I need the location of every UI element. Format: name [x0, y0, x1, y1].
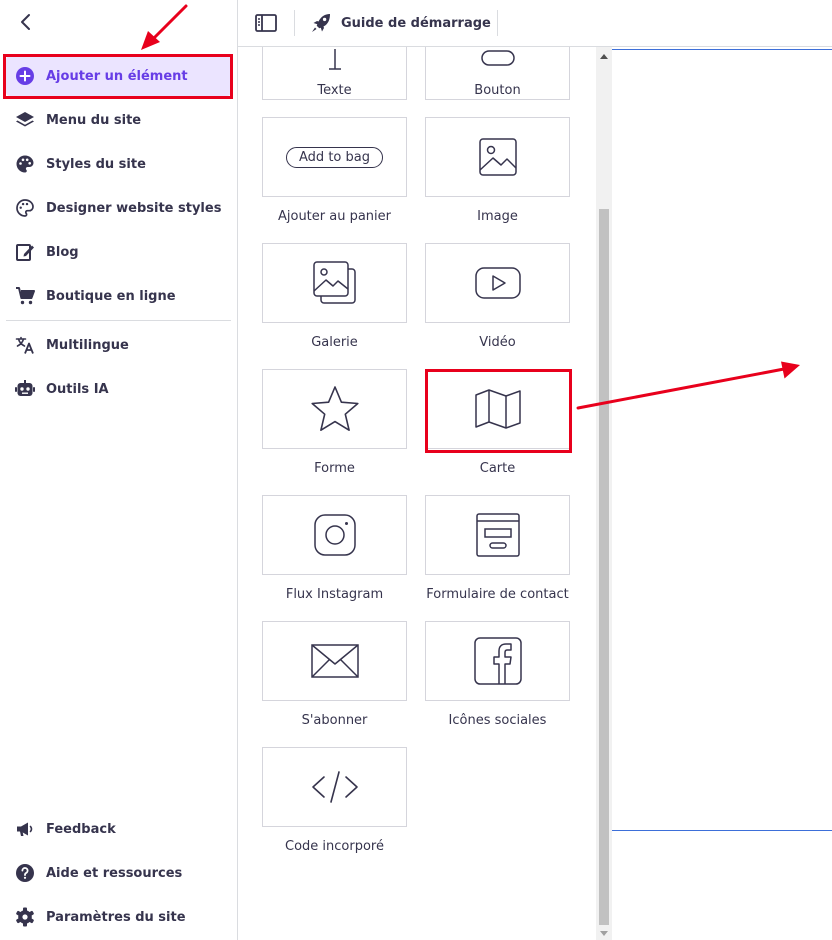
element-tile-shape[interactable] [262, 369, 407, 449]
element-label: Vidéo [479, 335, 516, 350]
map-icon [474, 389, 521, 429]
sidebar-item-feedback[interactable]: Feedback [6, 809, 231, 849]
sidebar-item-add-element[interactable]: Ajouter un élément [6, 56, 231, 96]
sidebar-item-label: Aide et ressources [46, 865, 183, 881]
element-tile-instagram[interactable] [262, 495, 407, 575]
sidebar-item-label: Menu du site [46, 112, 142, 128]
panel-scrollbar[interactable] [596, 47, 612, 940]
page-canvas[interactable] [612, 47, 832, 940]
cart-icon [14, 285, 36, 307]
sidebar-item-label: Ajouter un élément [46, 68, 188, 84]
translate-icon [14, 334, 36, 356]
scroll-down-arrow-icon[interactable] [600, 931, 608, 936]
image-icon [478, 138, 517, 176]
sidebar-item-label: Designer website styles [46, 200, 222, 216]
help-icon [14, 862, 36, 884]
video-icon [474, 267, 521, 299]
element-tile-social-icons[interactable] [425, 621, 570, 701]
section-guide-line [612, 49, 832, 50]
sidebar-item-multilingual[interactable]: Multilingue [6, 325, 231, 365]
element-label: Flux Instagram [285, 587, 384, 602]
sidebar-item-site-settings[interactable]: Paramètres du site [6, 897, 231, 937]
palette-icon [14, 153, 36, 175]
sidebar-item-site-styles[interactable]: Styles du site [6, 144, 231, 184]
text-icon [328, 49, 341, 70]
sidebar-item-ai-tools[interactable]: Outils IA [6, 369, 231, 409]
element-label: S'abonner [301, 713, 368, 728]
element-tile-add-to-cart[interactable]: Add to bag [262, 117, 407, 197]
edit-note-icon [14, 241, 36, 263]
toolbar-separator [294, 10, 295, 36]
robot-icon [14, 378, 36, 400]
element-tile-map[interactable] [425, 369, 570, 449]
sidebar-item-help[interactable]: Aide et ressources [6, 853, 231, 893]
element-tile-subscribe[interactable] [262, 621, 407, 701]
star-icon [310, 386, 359, 431]
element-label: Formulaire de contact [426, 587, 569, 602]
toolbar-separator [497, 10, 498, 36]
facebook-icon [473, 637, 522, 685]
back-arrow-icon[interactable] [14, 10, 38, 34]
element-label: Forme [314, 461, 355, 476]
sidebar-item-label: Feedback [46, 821, 116, 837]
sidebar-item-label: Blog [46, 244, 79, 260]
instagram-icon [313, 514, 356, 556]
envelope-icon [310, 644, 359, 678]
element-tile-video[interactable] [425, 243, 570, 323]
sidebar-item-blog[interactable]: Blog [6, 232, 231, 272]
plus-circle-icon [14, 65, 36, 87]
element-tile-image[interactable] [425, 117, 570, 197]
megaphone-icon [14, 818, 36, 840]
sidebar: Ajouter un élément Menu du site Styles d… [0, 0, 238, 940]
element-label: Image [477, 209, 518, 224]
element-tile-embed-code[interactable] [262, 747, 407, 827]
element-label: Galerie [311, 335, 358, 350]
palette-outline-icon [14, 197, 36, 219]
sidebar-item-label: Styles du site [46, 156, 146, 172]
element-label: Bouton [474, 83, 521, 98]
rocket-icon [312, 14, 330, 32]
sidebar-item-label: Paramètres du site [46, 909, 186, 925]
website-builder: Ajouter un élément Menu du site Styles d… [0, 0, 832, 940]
layers-icon [14, 109, 36, 131]
section-guide-line [612, 830, 832, 831]
scroll-thumb[interactable] [599, 209, 609, 925]
sidebar-item-site-menu[interactable]: Menu du site [6, 100, 231, 140]
element-tile-gallery[interactable] [262, 243, 407, 323]
top-bar: Guide de démarrage [238, 0, 832, 47]
button-icon [480, 50, 515, 66]
sidebar-item-label: Boutique en ligne [46, 288, 176, 304]
sidebar-item-online-store[interactable]: Boutique en ligne [6, 276, 231, 316]
sidebar-item-label: Outils IA [46, 381, 109, 397]
sidebar-item-label: Multilingue [46, 337, 129, 353]
add-to-bag-icon: Add to bag [286, 146, 383, 168]
add-element-panel: Texte Bouton Add to bag Ajouter au panie… [238, 47, 596, 940]
guide-label: Guide de démarrage [341, 15, 491, 31]
sidebar-toggle-icon[interactable] [254, 12, 278, 34]
element-label: Carte [479, 461, 516, 476]
gallery-icon [312, 261, 356, 304]
element-label: Texte [317, 83, 352, 98]
sidebar-item-designer-styles[interactable]: Designer website styles [6, 188, 231, 228]
code-icon [311, 771, 358, 803]
sidebar-divider [6, 320, 231, 321]
element-label: Ajouter au panier [277, 209, 392, 224]
element-label: Code incorporé [285, 839, 384, 854]
getting-started-guide-button[interactable]: Guide de démarrage [310, 10, 491, 36]
element-label: Icônes sociales [448, 713, 547, 728]
contact-form-icon [475, 513, 520, 557]
element-tile-contact-form[interactable] [425, 495, 570, 575]
scroll-up-arrow-icon[interactable] [600, 54, 608, 59]
settings-icon [14, 906, 36, 928]
